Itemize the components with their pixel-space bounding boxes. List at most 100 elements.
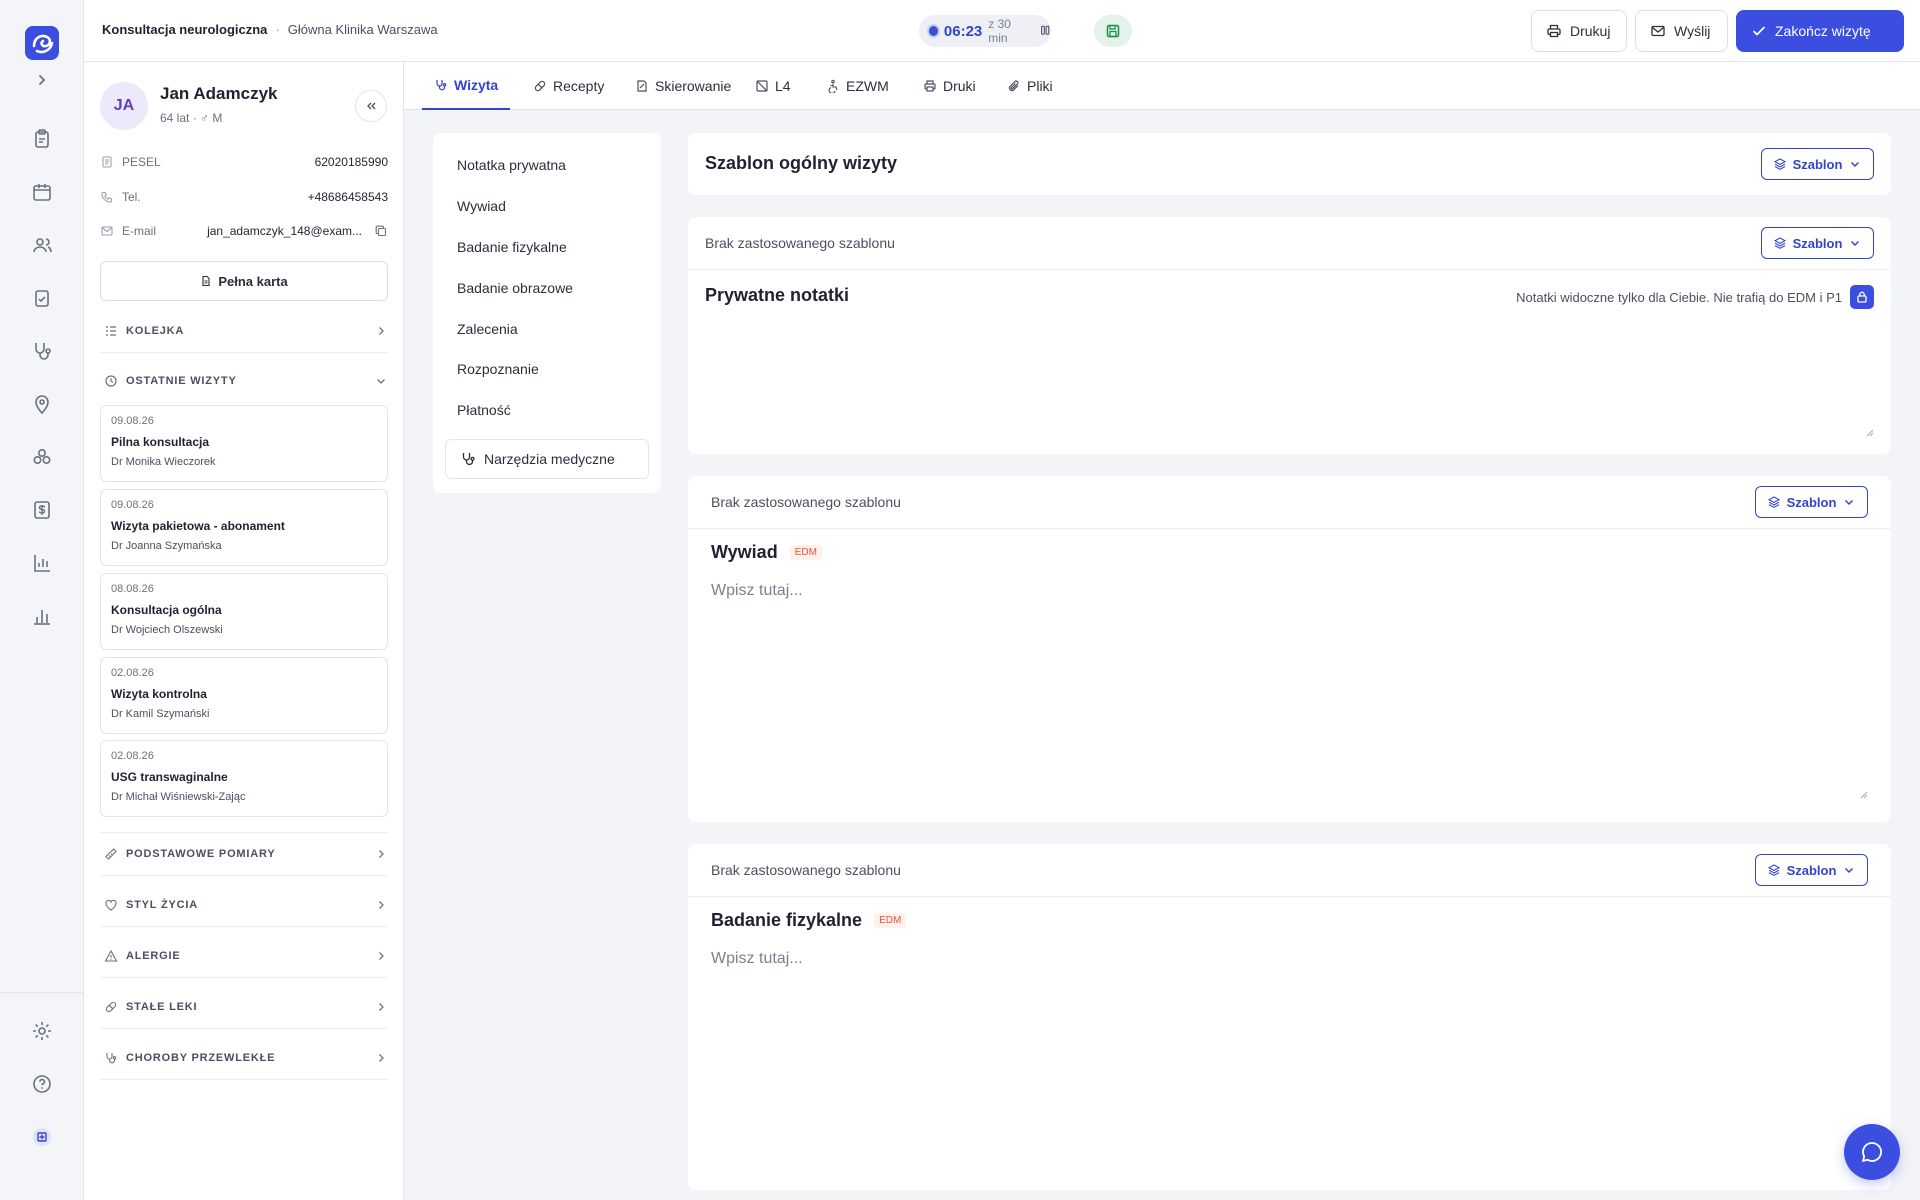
expand-rail-icon[interactable] — [30, 68, 54, 92]
tab-l4[interactable]: L4 — [743, 62, 803, 110]
stethoscope-icon[interactable] — [30, 339, 54, 363]
nav-physical-exam[interactable]: Badanie fizykalne — [457, 239, 567, 255]
location-pin-icon[interactable] — [30, 392, 54, 416]
chevron-right-icon — [374, 949, 388, 963]
tab-skierowanie[interactable]: Skierowanie — [623, 62, 743, 110]
nav-diagnosis[interactable]: Rozpoznanie — [457, 361, 539, 377]
section-lifestyle-label: STYL ŻYCIA — [126, 898, 198, 911]
patient-meta: 64 lat · ♂ M — [160, 111, 223, 125]
section-allergies[interactable]: ALERGIE — [100, 934, 388, 978]
stats-icon[interactable] — [30, 604, 54, 628]
email-row: E-mail jan_adamczyk_148@exam... — [100, 221, 388, 241]
recent-visit-card[interactable]: 09.08.26 Pilna konsultacja Dr Monika Wie… — [100, 405, 388, 482]
visit-date: 09.08.26 — [111, 415, 154, 427]
document-icon — [100, 155, 114, 169]
pesel-row: PESEL 62020185990 — [100, 152, 388, 172]
phone-value[interactable]: +48686458543 — [308, 190, 388, 204]
section-recent-visits[interactable]: OSTATNIE WIZYTY — [100, 359, 388, 403]
nav-imaging[interactable]: Badanie obrazowe — [457, 280, 573, 296]
nav-private-note[interactable]: Notatka prywatna — [457, 157, 566, 173]
physical-exam-card: Brak zastosowanego szablonu Szablon Bada… — [688, 844, 1891, 1190]
nav-interview[interactable]: Wywiad — [457, 198, 506, 214]
private-notes-textarea[interactable] — [705, 321, 1873, 437]
section-chronic[interactable]: CHOROBY PRZEWLEKŁE — [100, 1036, 388, 1080]
template-dropdown[interactable]: Szablon — [1755, 854, 1868, 886]
pause-icon[interactable] — [1039, 24, 1051, 38]
send-button[interactable]: Wyślij — [1635, 10, 1728, 52]
accessibility-icon — [828, 79, 838, 93]
private-notes-card: Brak zastosowanego szablonu Szablon Pryw… — [688, 217, 1891, 454]
gear-icon[interactable] — [30, 1019, 54, 1043]
nav-recommendations[interactable]: Zalecenia — [457, 321, 518, 337]
section-nav: Notatka prywatna Wywiad Badanie fizykaln… — [433, 133, 661, 493]
interview-textarea[interactable]: Wpisz tutaj... — [711, 582, 803, 600]
visit-type-label: Wizyta pakietowa - abonament — [111, 519, 285, 533]
tab-label: Druki — [943, 78, 976, 94]
cubes-icon[interactable] — [30, 445, 54, 469]
section-measurements[interactable]: PODSTAWOWE POMIARY — [100, 832, 388, 876]
tab-pliki[interactable]: Pliki — [995, 62, 1065, 110]
visit-date: 08.08.26 — [111, 583, 154, 595]
chevron-down-icon — [1845, 499, 1854, 506]
visit-doctor: Dr Kamil Szymański — [111, 708, 210, 720]
lock-icon[interactable] — [1850, 285, 1874, 309]
template-dropdown[interactable]: Szablon — [1761, 227, 1874, 259]
tab-ezwm[interactable]: EZWM — [814, 62, 901, 110]
finish-visit-button[interactable]: Zakończ wizytę — [1736, 10, 1904, 52]
section-lifestyle[interactable]: STYL ŻYCIA — [100, 883, 388, 927]
layers-icon — [1773, 158, 1786, 170]
physical-exam-textarea[interactable]: Wpisz tutaj... — [711, 950, 803, 968]
tab-recepty[interactable]: Recepty — [521, 62, 616, 110]
send-button-label: Wyślij — [1674, 23, 1711, 39]
visit-date: 02.08.26 — [111, 667, 154, 679]
billing-icon[interactable] — [30, 498, 54, 522]
recent-visit-card[interactable]: 09.08.26 Wizyta pakietowa - abonament Dr… — [100, 489, 388, 566]
patient-name: Jan Adamczyk — [160, 84, 278, 103]
calendar-icon[interactable] — [30, 180, 54, 204]
section-chronic-label: CHOROBY PRZEWLEKŁE — [126, 1051, 276, 1064]
email-value[interactable]: jan_adamczyk_148@exam... — [207, 224, 362, 238]
app-logo-icon[interactable] — [25, 26, 59, 60]
resize-handle-icon[interactable] — [1864, 427, 1874, 437]
chat-bubble-icon — [1862, 1142, 1882, 1162]
recent-visit-card[interactable]: 08.08.26 Konsultacja ogólna Dr Wojciech … — [100, 573, 388, 650]
template-dropdown[interactable]: Szablon — [1755, 486, 1868, 518]
tab-label: Wizyta — [454, 77, 499, 93]
divider — [688, 528, 1891, 529]
bar-chart-icon[interactable] — [30, 551, 54, 575]
email-label: E-mail — [122, 224, 157, 238]
visit-doctor: Dr Wojciech Olszewski — [111, 624, 223, 636]
section-queue[interactable]: KOLEJKA — [100, 309, 388, 353]
section-meds[interactable]: STAŁE LEKI — [100, 985, 388, 1029]
resize-handle-icon[interactable] — [1858, 789, 1868, 799]
recent-visit-card[interactable]: 02.08.26 Wizyta kontrolna Dr Kamil Szyma… — [100, 657, 388, 734]
tab-druki[interactable]: Druki — [911, 62, 988, 110]
patients-icon[interactable] — [30, 233, 54, 257]
copy-icon[interactable] — [374, 224, 388, 238]
clipboard-check-icon[interactable] — [30, 286, 54, 310]
clipboard-icon[interactable] — [30, 127, 54, 151]
section-measurements-label: PODSTAWOWE POMIARY — [126, 848, 276, 860]
mail-icon — [100, 224, 114, 238]
save-button[interactable] — [1094, 15, 1132, 47]
no-template-label: Brak zastosowanego szablonu — [711, 862, 901, 878]
full-card-label: Pełna karta — [218, 273, 288, 289]
medical-tools-button[interactable]: Narzędzia medyczne — [445, 439, 649, 479]
chat-button[interactable] — [1844, 1124, 1900, 1180]
private-notes-hint: Notatki widoczne tylko dla Ciebie. Nie t… — [1516, 285, 1874, 309]
clinic-icon[interactable] — [30, 1125, 54, 1149]
chevron-down-icon — [1851, 161, 1860, 168]
stethoscope-icon — [462, 453, 475, 466]
edm-badge: EDM — [874, 913, 907, 928]
collapse-panel-button[interactable] — [355, 90, 387, 122]
heart-icon — [104, 898, 118, 912]
template-button-label: Szablon — [1786, 494, 1837, 510]
recent-visit-card[interactable]: 02.08.26 USG transwaginalne Dr Michał Wi… — [100, 740, 388, 817]
print-button[interactable]: Drukuj — [1531, 10, 1627, 52]
full-card-button[interactable]: Pełna karta — [100, 261, 388, 301]
visit-type-label: USG transwaginalne — [111, 770, 228, 784]
nav-payment[interactable]: Płatność — [457, 402, 511, 418]
tab-wizyta[interactable]: Wizyta — [422, 62, 511, 110]
help-icon[interactable] — [30, 1072, 54, 1096]
template-dropdown[interactable]: Szablon — [1761, 148, 1874, 180]
